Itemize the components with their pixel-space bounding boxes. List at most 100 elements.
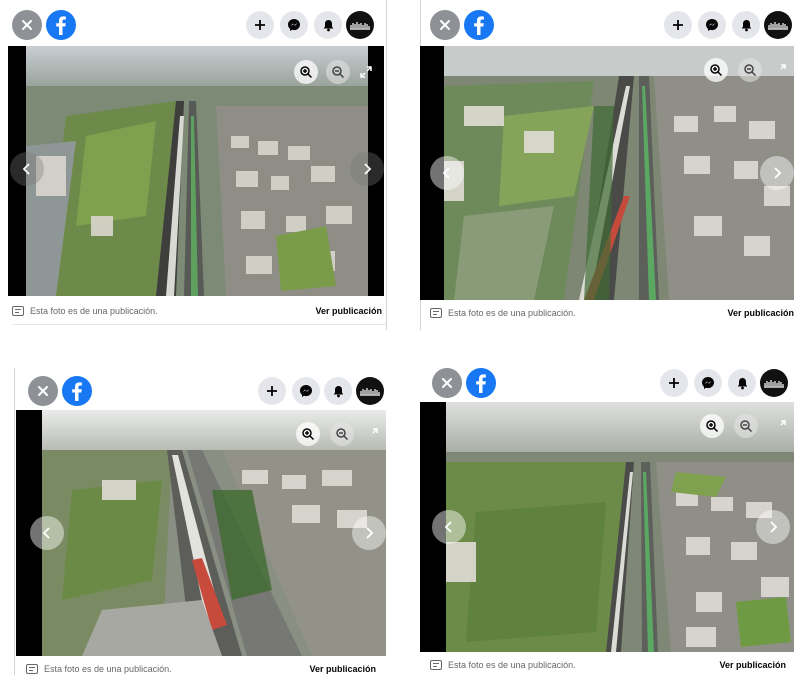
fullscreen-button[interactable] xyxy=(358,64,374,80)
zoom-out-icon xyxy=(332,66,345,79)
photo-viewer-panel-3: Esta foto es de una publicación. Ver pub… xyxy=(14,368,386,675)
messenger-button[interactable] xyxy=(280,11,308,39)
next-photo-button[interactable] xyxy=(760,156,794,190)
facebook-logo-icon[interactable] xyxy=(46,10,76,40)
avatar-graphic xyxy=(360,388,380,396)
chevron-left-icon xyxy=(42,527,50,539)
zoom-in-icon xyxy=(710,64,723,77)
previous-photo-button[interactable] xyxy=(430,156,464,190)
view-post-link[interactable]: Ver publicación xyxy=(727,308,794,318)
aerial-photo xyxy=(446,402,794,652)
bell-icon xyxy=(741,19,751,31)
zoom-out-button[interactable] xyxy=(738,58,762,82)
close-icon xyxy=(38,386,48,396)
zoom-in-button[interactable] xyxy=(704,58,728,82)
avatar-graphic xyxy=(764,380,784,388)
viewer-top-bar xyxy=(12,0,386,46)
next-photo-button[interactable] xyxy=(352,516,386,550)
messenger-button[interactable] xyxy=(694,369,722,397)
bell-icon xyxy=(737,377,747,389)
profile-avatar[interactable] xyxy=(760,369,788,397)
viewer-top-bar xyxy=(420,0,794,46)
plus-icon xyxy=(267,386,277,396)
profile-avatar[interactable] xyxy=(346,11,374,39)
create-button[interactable] xyxy=(660,369,688,397)
zoom-out-button[interactable] xyxy=(734,414,758,438)
photo-area xyxy=(420,46,794,300)
profile-avatar[interactable] xyxy=(764,11,792,39)
plus-icon xyxy=(255,20,265,30)
previous-photo-button[interactable] xyxy=(10,152,44,186)
next-photo-button[interactable] xyxy=(756,510,790,544)
footer-caption: Esta foto es de una publicación. xyxy=(448,308,576,318)
photo-area xyxy=(420,402,794,652)
post-footer: Esta foto es de una publicación. Ver pub… xyxy=(12,300,386,322)
notifications-button[interactable] xyxy=(324,377,352,405)
close-button[interactable] xyxy=(28,376,58,406)
close-button[interactable] xyxy=(430,10,460,40)
profile-avatar[interactable] xyxy=(356,377,384,405)
zoom-in-icon xyxy=(706,420,719,433)
fullscreen-icon xyxy=(372,428,378,434)
previous-photo-button[interactable] xyxy=(432,510,466,544)
zoom-in-button[interactable] xyxy=(296,422,320,446)
facebook-logo-icon[interactable] xyxy=(464,10,494,40)
create-button[interactable] xyxy=(246,11,274,39)
create-button[interactable] xyxy=(664,11,692,39)
photo-area xyxy=(16,410,386,656)
avatar-graphic xyxy=(350,22,370,30)
view-post-link[interactable]: Ver publicación xyxy=(719,660,786,670)
panel-border xyxy=(386,0,387,330)
create-button[interactable] xyxy=(258,377,286,405)
fullscreen-icon xyxy=(780,64,786,70)
fullscreen-button[interactable] xyxy=(772,62,788,78)
footer-caption: Esta foto es de una publicación. xyxy=(30,306,158,316)
messenger-button[interactable] xyxy=(698,11,726,39)
zoom-in-button[interactable] xyxy=(294,60,318,84)
fullscreen-icon xyxy=(780,420,786,426)
close-icon xyxy=(22,20,32,30)
zoom-out-icon xyxy=(744,64,757,77)
chevron-left-icon xyxy=(442,167,450,179)
chevron-right-icon xyxy=(774,167,782,179)
close-button[interactable] xyxy=(12,10,42,40)
messenger-button[interactable] xyxy=(292,377,320,405)
footer-caption: Esta foto es de una publicación. xyxy=(44,664,172,674)
zoom-out-icon xyxy=(336,428,349,441)
panel-left-border xyxy=(14,368,15,675)
zoom-in-icon xyxy=(300,66,313,79)
plus-icon xyxy=(673,20,683,30)
notifications-button[interactable] xyxy=(728,369,756,397)
notifications-button[interactable] xyxy=(314,11,342,39)
close-button[interactable] xyxy=(432,368,462,398)
post-note-icon xyxy=(430,660,442,670)
zoom-in-button[interactable] xyxy=(700,414,724,438)
notifications-button[interactable] xyxy=(732,11,760,39)
messenger-icon xyxy=(702,377,714,389)
photo-area xyxy=(8,46,384,296)
view-post-link[interactable]: Ver publicación xyxy=(315,306,382,316)
facebook-logo-icon[interactable] xyxy=(466,368,496,398)
post-footer: Esta foto es de una publicación. Ver pub… xyxy=(430,302,794,324)
facebook-logo-icon[interactable] xyxy=(62,376,92,406)
next-photo-button[interactable] xyxy=(350,152,384,186)
avatar-graphic xyxy=(768,22,788,30)
previous-photo-button[interactable] xyxy=(30,516,64,550)
footer-caption: Esta foto es de una publicación. xyxy=(448,660,576,670)
post-note-icon xyxy=(12,306,24,316)
post-note-icon xyxy=(26,664,38,674)
zoom-out-button[interactable] xyxy=(326,60,350,84)
fullscreen-button[interactable] xyxy=(772,418,788,434)
plus-icon xyxy=(669,378,679,388)
aerial-photo xyxy=(42,410,386,656)
close-icon xyxy=(440,20,450,30)
view-post-link[interactable]: Ver publicación xyxy=(309,664,376,674)
zoom-out-button[interactable] xyxy=(330,422,354,446)
bell-icon xyxy=(323,19,333,31)
messenger-icon xyxy=(300,385,312,397)
chevron-left-icon xyxy=(444,521,452,533)
zoom-out-icon xyxy=(740,420,753,433)
bell-icon xyxy=(333,385,343,397)
chevron-right-icon xyxy=(770,521,778,533)
fullscreen-button[interactable] xyxy=(364,426,380,442)
